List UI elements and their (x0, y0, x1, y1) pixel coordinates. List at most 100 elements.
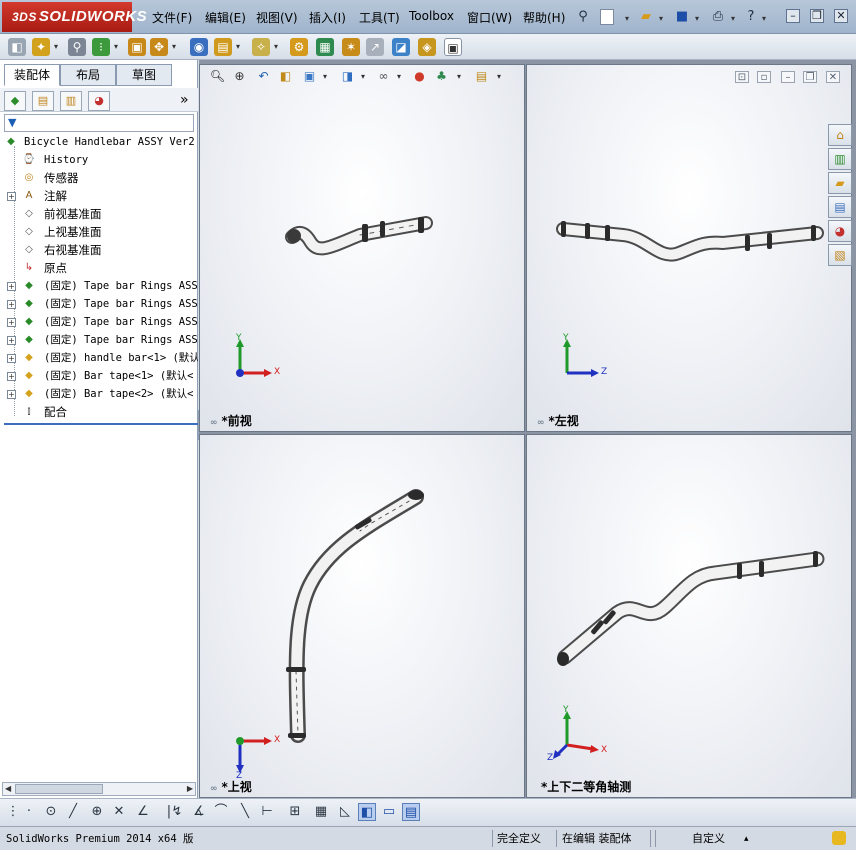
relation-icon[interactable]: ∡ (190, 803, 208, 821)
previous-view-icon[interactable]: ↶ (255, 68, 272, 85)
tree-item[interactable]: + ◆ (固定) Tape bar Rings ASSY (0, 331, 198, 349)
tree-item[interactable]: ◇ 右视基准面 (0, 241, 198, 259)
property-manager-icon[interactable]: ▤ (32, 91, 54, 111)
shaded-box-icon[interactable]: ◧ (358, 803, 376, 821)
menu-file[interactable]: 文件(F) (152, 9, 192, 26)
status-units[interactable]: 自定义 (692, 829, 725, 848)
help-dropdown-icon[interactable]: ▾ (762, 14, 766, 23)
appearances-icon[interactable]: ◕ (828, 220, 852, 242)
tab-layout[interactable]: 布局 (60, 64, 116, 86)
view-settings-icon[interactable]: ▤ (473, 68, 490, 85)
solidworks-logo[interactable]: 3DS SOLIDWORKS (2, 2, 147, 32)
orientation-dropdown-icon[interactable]: ▾ (361, 72, 365, 81)
viewport-restore-icon[interactable]: ❐ (803, 71, 817, 83)
pattern-dropdown-icon[interactable]: ▾ (114, 42, 118, 51)
edit-appearance-icon[interactable]: ● (411, 68, 428, 85)
tree-item[interactable]: + ◆ (固定) Tape bar Rings ASSY (0, 277, 198, 295)
configuration-manager-icon[interactable]: ▥ (60, 91, 82, 111)
annotation-dropdown-icon[interactable]: ▾ (323, 72, 327, 81)
expand-icon[interactable]: + (7, 390, 16, 399)
menu-toolbox[interactable]: Toolbox (409, 9, 454, 23)
expand-icon[interactable]: + (7, 192, 16, 201)
expand-icon[interactable]: + (7, 372, 16, 381)
open-dropdown-icon[interactable]: ▾ (659, 14, 663, 23)
solidworks-resources-icon[interactable]: ⌂ (828, 124, 852, 146)
component-icon[interactable]: ◧ (8, 38, 26, 56)
tree-item[interactable]: ↳ 原点 (0, 259, 198, 277)
restore-icon[interactable]: ❐ (810, 9, 824, 23)
menu-tools[interactable]: 工具(T) (359, 9, 400, 26)
zoom-to-area-icon[interactable]: ⊕ (231, 68, 248, 85)
expand-icon[interactable]: + (7, 300, 16, 309)
tree-item[interactable]: ◇ 前视基准面 (0, 205, 198, 223)
print-icon[interactable]: ⎙ (709, 8, 727, 26)
reference-dropdown-icon[interactable]: ▾ (274, 42, 278, 51)
viewport-top[interactable]: X Z ∞ *上视 (199, 434, 525, 798)
extend-icon[interactable]: ↯ (168, 803, 186, 821)
show-hidden-icon[interactable]: ◉ (190, 38, 208, 56)
insert-dropdown-icon[interactable]: ▾ (54, 42, 58, 51)
trim-icon[interactable]: ✕ (110, 803, 128, 821)
panel-layout-icon[interactable]: ▤ (402, 803, 420, 821)
options-icon[interactable]: ▣ (444, 38, 462, 56)
menu-insert[interactable]: 插入(I) (309, 9, 346, 26)
custom-properties-icon[interactable]: ▧ (828, 244, 852, 266)
tree-item[interactable]: ⌚ History (0, 151, 198, 169)
print-dropdown-icon[interactable]: ▾ (731, 14, 735, 23)
rebuild-tag-icon[interactable] (832, 831, 846, 845)
hide-show-dropdown-icon[interactable]: ▾ (397, 72, 401, 81)
explode-line-icon[interactable]: ↗ (366, 38, 384, 56)
assembly-xpert-icon[interactable]: ◈ (418, 38, 436, 56)
units-arrow-icon[interactable]: ▴ (744, 829, 749, 848)
scroll-left-icon[interactable]: ◀ (5, 783, 11, 795)
scroll-thumb[interactable] (15, 784, 103, 794)
dynamic-annotation-icon[interactable]: ▣ (301, 68, 318, 85)
viewport-left[interactable]: Y Z ∞ *左视 (526, 64, 852, 432)
tab-sketch[interactable]: 草图 (116, 64, 172, 86)
tree-item[interactable]: + ◆ (固定) Tape bar Rings ASSY (0, 313, 198, 331)
hide-show-items-icon[interactable]: ∞ (375, 68, 392, 85)
ruler-icon[interactable]: ⊞ (286, 803, 304, 821)
triangle-icon[interactable]: ◺ (336, 803, 354, 821)
expand-icon[interactable]: + (7, 354, 16, 363)
minimize-icon[interactable]: – (786, 9, 800, 23)
viewport-split-icon[interactable]: ⊡ (735, 71, 749, 83)
expand-icon[interactable]: + (7, 318, 16, 327)
tree-item[interactable]: + ◆ (固定) handle bar<1> (默认< (0, 349, 198, 367)
scroll-right-icon[interactable]: ▶ (187, 783, 193, 795)
assembly-features-icon[interactable]: ▤ (214, 38, 232, 56)
tree-item[interactable]: ◎ 传感器 (0, 169, 198, 187)
scene-dropdown-icon[interactable]: ▾ (457, 72, 461, 81)
arc-icon[interactable]: ⌒ (212, 803, 230, 821)
tree-item[interactable]: ◇ 上视基准面 (0, 223, 198, 241)
smart-fasteners-icon[interactable]: ▣ (128, 38, 146, 56)
menu-view[interactable]: 视图(V) (256, 9, 298, 26)
construction-line-icon[interactable]: ╲ (236, 803, 254, 821)
zoom-to-fit-icon[interactable]: 🔍︎ (209, 68, 226, 85)
new-motion-study-icon[interactable]: ⚙ (290, 38, 308, 56)
viewport-minimize-icon[interactable]: – (781, 71, 795, 83)
mate-icon[interactable]: ⚲ (68, 38, 86, 56)
view-orientation-icon[interactable]: ◨ (339, 68, 356, 85)
exploded-view-icon[interactable]: ✶ (342, 38, 360, 56)
angle-icon[interactable]: ∠ (134, 803, 152, 821)
tree-item[interactable]: + ◆ (固定) Bar tape<1> (默认< (0, 367, 198, 385)
save-dropdown-icon[interactable]: ▾ (695, 14, 699, 23)
panel-horizontal-scrollbar[interactable]: ◀ ▶ (2, 782, 196, 796)
linear-pattern-icon[interactable]: ⁝ (92, 38, 110, 56)
window-icon[interactable]: ▭ (380, 803, 398, 821)
grid-icon[interactable]: ▦ (312, 803, 330, 821)
tree-item[interactable]: + ◆ (固定) Bar tape<2> (默认< (0, 385, 198, 403)
tree-root[interactable]: ◆ Bicycle Handlebar ASSY Ver2 (0, 133, 198, 151)
rollback-bar[interactable] (4, 423, 198, 425)
pin-icon[interactable]: ⚲ (574, 8, 592, 26)
save-icon[interactable]: ■ (673, 8, 691, 26)
tree-item[interactable]: ⫾ 配合 (0, 403, 198, 421)
display-manager-icon[interactable]: ◕ (88, 91, 110, 111)
menu-edit[interactable]: 编辑(E) (205, 9, 246, 26)
menu-window[interactable]: 窗口(W) (467, 9, 512, 26)
tab-assembly[interactable]: 装配体 (4, 64, 60, 86)
insert-component-icon[interactable]: ✦ (32, 38, 50, 56)
section-view-icon[interactable]: ◧ (277, 68, 294, 85)
design-library-icon[interactable]: ▥ (828, 148, 852, 170)
